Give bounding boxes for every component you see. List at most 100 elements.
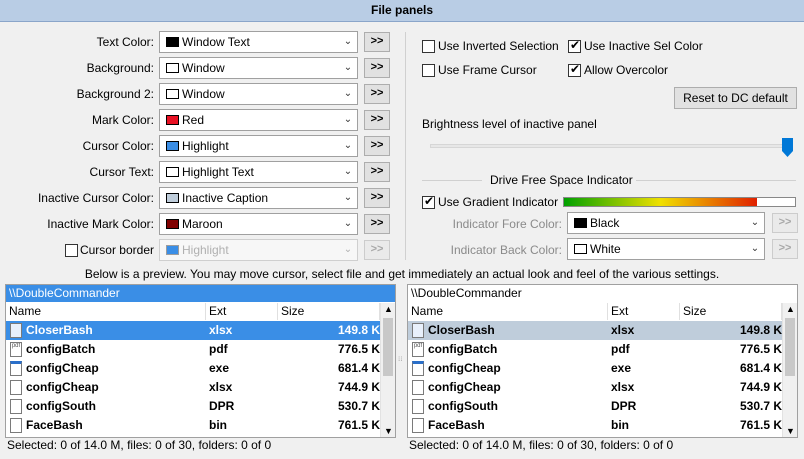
inactive-mark-color-more-button[interactable]: >> (364, 214, 390, 234)
column-header-ext[interactable]: Ext (608, 303, 680, 320)
color-swatch (166, 63, 179, 73)
file-size: 776.5 K (337, 342, 380, 356)
color-swatch (166, 219, 179, 229)
cursor-text-more-button[interactable]: >> (364, 162, 390, 182)
left-panel-list[interactable]: Name Ext Size CloserBash xlsx 149.8 Kpdf co… (6, 303, 380, 437)
file-ext: exe (611, 361, 632, 375)
inactive-cursor-color-select[interactable]: Inactive Caption ⌄ (159, 187, 358, 209)
left-panel-path[interactable]: \\DoubleCommander (6, 285, 395, 302)
scroll-up-icon[interactable]: ▲ (786, 304, 795, 314)
use-inactive-sel-color-checkbox[interactable]: ✔ (568, 39, 581, 53)
background-2-select[interactable]: Window ⌄ (159, 83, 358, 105)
file-name: configCheap (428, 361, 501, 375)
executable-file-icon (412, 361, 424, 376)
mark-color-select[interactable]: Red ⌄ (159, 109, 358, 131)
column-header-size[interactable]: Size (680, 303, 782, 320)
right-panel-path[interactable]: \\DoubleCommander (408, 285, 797, 302)
column-header-ext[interactable]: Ext (206, 303, 278, 320)
mark-color-value: Red (182, 113, 205, 127)
file-size: 149.8 K (739, 323, 782, 337)
gradient-indicator-fill (564, 198, 757, 206)
table-row[interactable]: configSouth DPR 530.7 K (408, 397, 782, 416)
file-size: 149.8 K (337, 323, 380, 337)
file-ext: xlsx (209, 380, 233, 394)
chevron-down-icon: ⌄ (343, 140, 353, 151)
cursor-border-select[interactable]: Highlight ⌄ (159, 239, 358, 261)
table-row[interactable]: configSouth DPR 530.7 K (6, 397, 380, 416)
brightness-slider-thumb[interactable] (782, 138, 793, 157)
indicator-back-label: Indicator Back Color: (450, 243, 562, 257)
file-size: 530.7 K (739, 399, 782, 413)
mark-color-more-button[interactable]: >> (364, 110, 390, 130)
table-row[interactable]: configCheap xlsx 744.9 K (6, 378, 380, 397)
chevron-down-icon: ⌄ (343, 62, 353, 73)
left-file-panel[interactable]: \\DoubleCommander Name Ext Size CloserBa… (5, 284, 396, 438)
table-row[interactable]: CloserBash xlsx 149.8 K (408, 321, 782, 340)
indicator-back-value: White (590, 242, 621, 256)
column-header-name[interactable]: Name (408, 303, 608, 320)
color-swatch (166, 89, 179, 99)
indicator-fore-select[interactable]: Black ⌄ (567, 212, 765, 234)
file-size: 744.9 K (337, 380, 380, 394)
scroll-down-icon[interactable]: ▼ (786, 426, 795, 436)
text-color-select[interactable]: Window Text ⌄ (159, 31, 358, 53)
left-panel-scrollbar[interactable]: ▲ ▼ (380, 303, 395, 437)
left-scrollbar-thumb[interactable] (383, 318, 393, 376)
file-name: configCheap (26, 380, 99, 394)
chevron-down-icon: ⌄ (750, 243, 760, 254)
scroll-up-icon[interactable]: ▲ (384, 304, 393, 314)
cursor-color-select[interactable]: Highlight ⌄ (159, 135, 358, 157)
brightness-label: Brightness level of inactive panel (422, 117, 597, 131)
cursor-text-select[interactable]: Highlight Text ⌄ (159, 161, 358, 183)
use-inverted-selection-checkbox[interactable] (422, 40, 435, 53)
indicator-back-more-button[interactable]: >> (772, 239, 798, 259)
file-name: configSouth (428, 399, 498, 413)
right-panel-list[interactable]: Name Ext Size CloserBash xlsx 149.8 Kpdf co… (408, 303, 782, 437)
executable-file-icon (10, 361, 22, 376)
chevron-down-icon: ⌄ (343, 114, 353, 125)
scroll-down-icon[interactable]: ▼ (384, 426, 393, 436)
use-frame-cursor-checkbox[interactable] (422, 64, 435, 77)
right-panel-status: Selected: 0 of 14.0 M, files: 0 of 30, f… (409, 438, 674, 452)
indicator-fore-more-button[interactable]: >> (772, 213, 798, 233)
file-size: 744.9 K (739, 380, 782, 394)
allow-overcolor-checkbox[interactable]: ✔ (568, 63, 581, 77)
reset-to-default-button[interactable]: Reset to DC default (674, 87, 797, 109)
text-color-more-button[interactable]: >> (364, 32, 390, 52)
background-value: Window (182, 61, 225, 75)
column-header-name[interactable]: Name (6, 303, 206, 320)
color-swatch (166, 141, 179, 151)
table-row[interactable]: pdf configBatch pdf 776.5 K (408, 340, 782, 359)
table-row[interactable]: configCheap exe 681.4 K (408, 359, 782, 378)
table-row[interactable]: configCheap exe 681.4 K (6, 359, 380, 378)
file-icon (412, 418, 424, 433)
inactive-mark-color-select[interactable]: Maroon ⌄ (159, 213, 358, 235)
right-panel-scrollbar[interactable]: ▲ ▼ (782, 303, 797, 437)
pdf-file-icon: pdf (412, 342, 424, 357)
cursor-border-more-button[interactable]: >> (364, 240, 390, 260)
use-gradient-indicator-checkbox[interactable]: ✔ (422, 195, 435, 209)
file-icon (10, 418, 22, 433)
table-row[interactable]: pdf configBatch pdf 776.5 K (6, 340, 380, 359)
cursor-color-label: Cursor Color: (82, 139, 154, 153)
background-select[interactable]: Window ⌄ (159, 57, 358, 79)
right-scrollbar-thumb[interactable] (785, 318, 795, 376)
panel-splitter[interactable]: ⁞⁞ (398, 356, 404, 378)
file-name: FaceBash (428, 418, 485, 432)
cursor-border-label: Cursor border (79, 243, 154, 257)
table-row[interactable]: FaceBash bin 761.5 K (408, 416, 782, 435)
table-row[interactable]: CloserBash xlsx 149.8 K (6, 321, 380, 340)
file-name: CloserBash (428, 323, 495, 337)
inactive-cursor-color-more-button[interactable]: >> (364, 188, 390, 208)
table-row[interactable]: configCheap xlsx 744.9 K (408, 378, 782, 397)
background-more-button[interactable]: >> (364, 58, 390, 78)
table-row[interactable]: FaceBash bin 761.5 K (6, 416, 380, 435)
cursor-color-more-button[interactable]: >> (364, 136, 390, 156)
brightness-slider-track[interactable] (430, 144, 793, 148)
column-header-size[interactable]: Size (278, 303, 380, 320)
indicator-back-select[interactable]: White ⌄ (567, 238, 765, 260)
allow-overcolor-label: Allow Overcolor (584, 63, 669, 77)
background-2-more-button[interactable]: >> (364, 84, 390, 104)
file-name: CloserBash (26, 323, 93, 337)
right-file-panel[interactable]: \\DoubleCommander Name Ext Size CloserBa… (407, 284, 798, 438)
